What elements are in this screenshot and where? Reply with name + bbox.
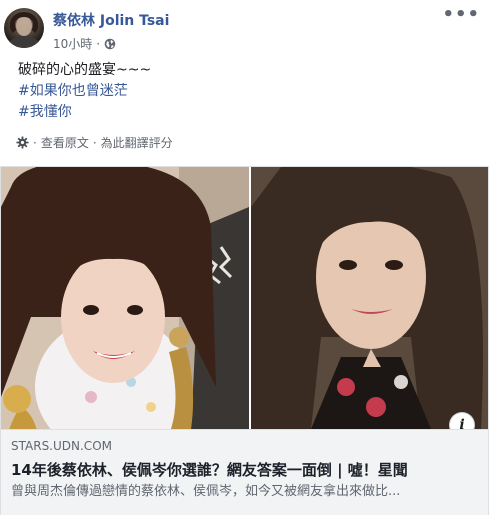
translate-separator: · bbox=[92, 135, 97, 150]
translation-bar: · 查看原文 · 為此翻譯評分 bbox=[16, 134, 173, 151]
post-text-line: 破碎的心的盛宴~~~ bbox=[18, 62, 152, 78]
preview-photo-right bbox=[251, 167, 488, 429]
post-text: 破碎的心的盛宴~~~ #如果你也曾迷茫 #我懂你 bbox=[18, 60, 151, 123]
link-domain: STARS.UDN.COM bbox=[11, 439, 112, 453]
hashtag-link[interactable]: #我懂你 bbox=[18, 102, 151, 123]
avatar-shoulders bbox=[8, 36, 40, 48]
post-timestamp[interactable]: 10小時 bbox=[53, 35, 92, 52]
post-meta: 10小時 · bbox=[53, 35, 116, 52]
link-preview-images[interactable]: i bbox=[1, 167, 488, 429]
gear-icon[interactable] bbox=[16, 136, 29, 149]
more-options-icon[interactable]: ••• bbox=[442, 6, 480, 24]
avatar-hair bbox=[10, 12, 38, 36]
hashtag-link[interactable]: #如果你也曾迷茫 bbox=[18, 81, 151, 102]
see-original-link[interactable]: 查看原文 bbox=[41, 134, 89, 151]
link-caption[interactable]: STARS.UDN.COM 14年後蔡依林、侯佩岑你選誰？網友答案一面倒 | 噓… bbox=[1, 429, 488, 515]
link-description: 曾與周杰倫傳過戀情的蔡依林、侯佩岑，如今又被網友拿出來做比... bbox=[11, 484, 401, 499]
photo-left-illustration bbox=[1, 167, 249, 429]
photo-right-illustration bbox=[251, 167, 488, 429]
preview-photo-left bbox=[1, 167, 249, 429]
translate-separator: · bbox=[33, 135, 37, 150]
link-preview-card[interactable]: i STARS.UDN.COM 14年後蔡依林、侯佩岑你選誰？網友答案一面倒 |… bbox=[0, 166, 489, 515]
author-avatar[interactable] bbox=[4, 8, 44, 48]
globe-icon[interactable] bbox=[104, 38, 116, 50]
facebook-post: 蔡依林 Jolin Tsai 10小時 · ••• 破碎的心的盛宴~~~ #如果… bbox=[0, 0, 492, 515]
author-name[interactable]: 蔡依林 Jolin Tsai bbox=[53, 10, 169, 30]
rate-translation-link[interactable]: 為此翻譯評分 bbox=[101, 134, 173, 151]
meta-separator: · bbox=[96, 36, 101, 51]
link-title[interactable]: 14年後蔡依林、侯佩岑你選誰？網友答案一面倒 | 噓！星聞 bbox=[11, 459, 478, 481]
